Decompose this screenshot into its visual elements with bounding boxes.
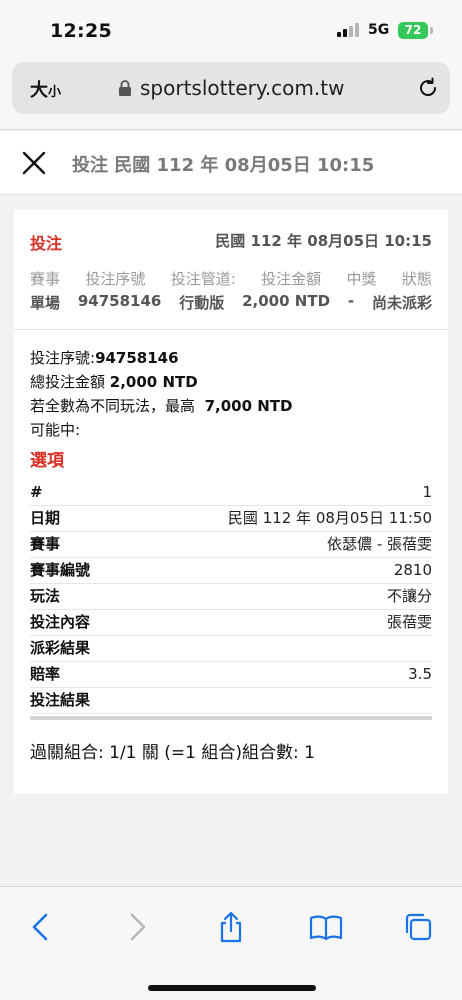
- browser-address-area: 大小 sportslottery.com.tw: [0, 58, 462, 130]
- table-divider: [30, 716, 432, 720]
- network-type: 5G: [368, 22, 390, 38]
- text-size-button[interactable]: 大小: [30, 76, 61, 102]
- table-row: #1: [30, 480, 432, 506]
- reload-icon[interactable]: [416, 76, 440, 100]
- summary-header: 狀態: [401, 270, 432, 288]
- combination-summary: 過關組合: 1/1 關 (=1 組合)組合數: 1: [30, 743, 315, 763]
- summary-date: 民國 112 年 08月05日 10:15: [215, 232, 432, 250]
- summary-label: 投注: [30, 234, 63, 253]
- table-row: 投注結果: [30, 688, 432, 714]
- table-row: 日期 民國 112 年 08月05日 11:50: [30, 506, 432, 532]
- options-table: #1 日期 民國 112 年 08月05日 11:50 賽事 依瑟儂 - 張蓓雯 賽…: [30, 480, 432, 720]
- signal-icon: [337, 23, 361, 37]
- back-icon[interactable]: [26, 911, 56, 943]
- possible-win-label: 可能中:: [30, 421, 81, 439]
- url-text[interactable]: sportslottery.com.tw: [140, 76, 344, 100]
- summary-value: 單場: [30, 294, 61, 312]
- table-row: 賽事 依瑟儂 - 張蓓雯: [30, 532, 432, 558]
- address-bar[interactable]: 大小 sportslottery.com.tw: [12, 62, 450, 114]
- table-row: 賠率 3.5: [30, 662, 432, 688]
- summary-column-headers: 賽事 投注序號 投注管道: 投注金額 中獎 狀態: [30, 268, 432, 289]
- table-row: 玩法 不讓分: [30, 584, 432, 610]
- forward-icon[interactable]: [122, 911, 152, 943]
- page-header: 投注 民國 112 年 08月05日 10:15: [0, 131, 462, 195]
- status-time: 12:25: [50, 20, 112, 42]
- summary-header: 投注金額: [261, 270, 322, 288]
- page-title: 投注 民國 112 年 08月05日 10:15: [72, 155, 375, 176]
- summary-value: 尚未派彩: [371, 294, 432, 312]
- serial-line: 投注序號:94758146: [30, 349, 179, 367]
- summary-header: 中獎: [346, 270, 377, 288]
- battery-icon: 72: [398, 22, 428, 39]
- bookmarks-icon[interactable]: [308, 911, 344, 943]
- status-bar: 12:25 5G 72: [0, 0, 462, 58]
- total-amount-line: 總投注金額 2,000 NTD: [30, 373, 198, 391]
- browser-toolbar: [0, 886, 462, 1000]
- battery-tip: [430, 27, 433, 34]
- home-indicator: [148, 985, 316, 991]
- summary-value: 2,000 NTD: [242, 292, 331, 310]
- share-icon[interactable]: [216, 911, 246, 943]
- bet-summary: 投注 民國 112 年 08月05日 10:15 賽事 投注序號 投注管道: 投…: [14, 210, 448, 330]
- table-row: 派彩結果: [30, 636, 432, 662]
- summary-value: 94758146: [77, 292, 162, 310]
- tabs-icon[interactable]: [402, 911, 432, 943]
- max-payout-line: 若全數為不同玩法，最高 7,000 NTD: [30, 397, 293, 415]
- lock-icon: [119, 80, 131, 96]
- summary-header: 投注管道:: [170, 270, 236, 288]
- table-row: 賽事編號 2810: [30, 558, 432, 584]
- bet-details: 投注序號:94758146 總投注金額 2,000 NTD 若全數為不同玩法，最…: [30, 346, 432, 763]
- summary-value: -: [347, 292, 355, 310]
- summary-header: 賽事: [30, 270, 61, 288]
- bet-detail-card: 投注 民國 112 年 08月05日 10:15 賽事 投注序號 投注管道: 投…: [14, 210, 448, 794]
- summary-value: 行動版: [179, 294, 225, 312]
- close-icon[interactable]: [20, 149, 48, 177]
- options-title: 選項: [30, 451, 64, 471]
- summary-header: 投注序號: [85, 270, 146, 288]
- summary-values: 單場 94758146 行動版 2,000 NTD - 尚未派彩: [30, 292, 432, 313]
- table-row: 投注內容 張蓓雯: [30, 610, 432, 636]
